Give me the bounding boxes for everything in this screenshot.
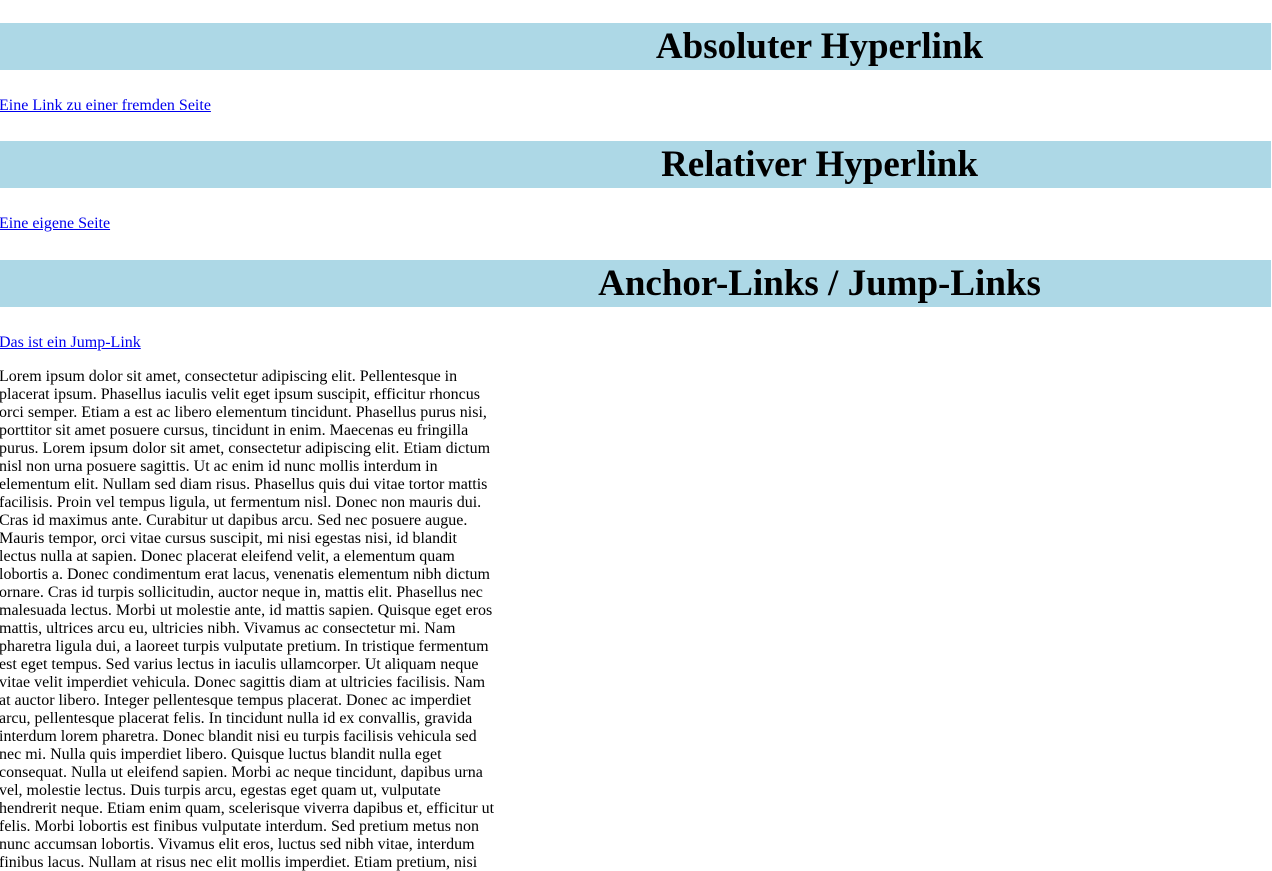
own-page-link[interactable]: Eine eigene Seite (0, 215, 110, 232)
jump-link-paragraph: Das ist ein Jump-Link (0, 334, 1271, 352)
absolute-link-paragraph: Eine Link zu einer fremden Seite (0, 97, 1271, 115)
relative-link-paragraph: Eine eigene Seite (0, 215, 1271, 233)
lorem-ipsum-paragraph: Lorem ipsum dolor sit amet, consectetur … (0, 368, 495, 871)
external-page-link[interactable]: Eine Link zu einer fremden Seite (0, 97, 211, 114)
heading-absolute-hyperlink: Absoluter Hyperlink (0, 23, 1271, 70)
page: Absoluter Hyperlink Eine Link zu einer f… (0, 0, 1271, 871)
heading-anchor-links: Anchor-Links / Jump-Links (0, 260, 1271, 307)
jump-link[interactable]: Das ist ein Jump-Link (0, 334, 141, 351)
heading-relative-hyperlink: Relativer Hyperlink (0, 141, 1271, 188)
